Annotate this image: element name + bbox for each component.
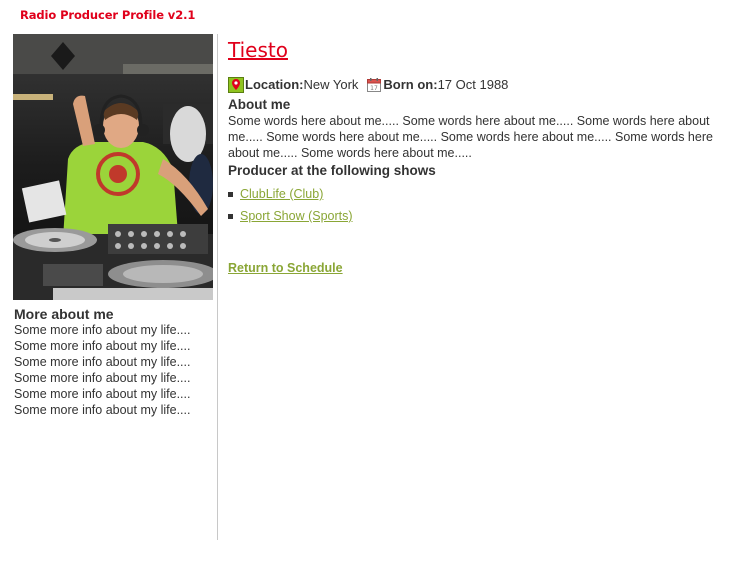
more-about-section: More about me Some more info about my li… [14, 306, 214, 418]
more-about-heading: More about me [14, 306, 114, 322]
about-text: Some words here about me..... Some words… [228, 114, 713, 160]
location-label: Location: [245, 77, 304, 92]
show-link-clublife[interactable]: ClubLife (Club) [240, 187, 323, 201]
born-label: Born on: [383, 77, 438, 92]
producer-name-link[interactable]: Tiesto [228, 38, 288, 62]
show-link-sport-show[interactable]: Sport Show (Sports) [240, 209, 353, 223]
return-to-schedule-link[interactable]: Return to Schedule [228, 261, 343, 275]
column-divider [217, 34, 218, 540]
map-pin-icon [228, 77, 244, 93]
list-item: ClubLife (Club) [228, 183, 720, 205]
more-info-line: Some more info about my life.... [14, 355, 191, 369]
dj-photo-image [13, 34, 213, 300]
more-info-line: Some more info about my life.... [14, 403, 191, 417]
born-value: 17 Oct 1988 [437, 77, 509, 92]
svg-text:17: 17 [371, 85, 379, 92]
about-heading: About me [228, 97, 291, 112]
more-info-line: Some more info about my life.... [14, 323, 191, 337]
producer-photo [13, 34, 213, 300]
list-item: Sport Show (Sports) [228, 205, 720, 227]
calendar-icon: 17 [366, 77, 382, 93]
bullet-icon [228, 191, 233, 197]
more-info-line: Some more info about my life.... [14, 339, 191, 353]
shows-list: ClubLife (Club) Sport Show (Sports) [228, 183, 720, 227]
location-value: New York [303, 77, 359, 92]
producer-meta: Location: New York 17 Born on: 17 Oct 19… [228, 76, 720, 94]
more-info-line: Some more info about my life.... [14, 387, 191, 401]
app-title: Radio Producer Profile v2.1 [20, 8, 196, 22]
profile-main: Tiesto Location: New York 17 Born on: 17… [228, 38, 720, 227]
bullet-icon [228, 213, 233, 219]
shows-heading: Producer at the following shows [228, 163, 436, 178]
more-info-line: Some more info about my life.... [14, 371, 191, 385]
